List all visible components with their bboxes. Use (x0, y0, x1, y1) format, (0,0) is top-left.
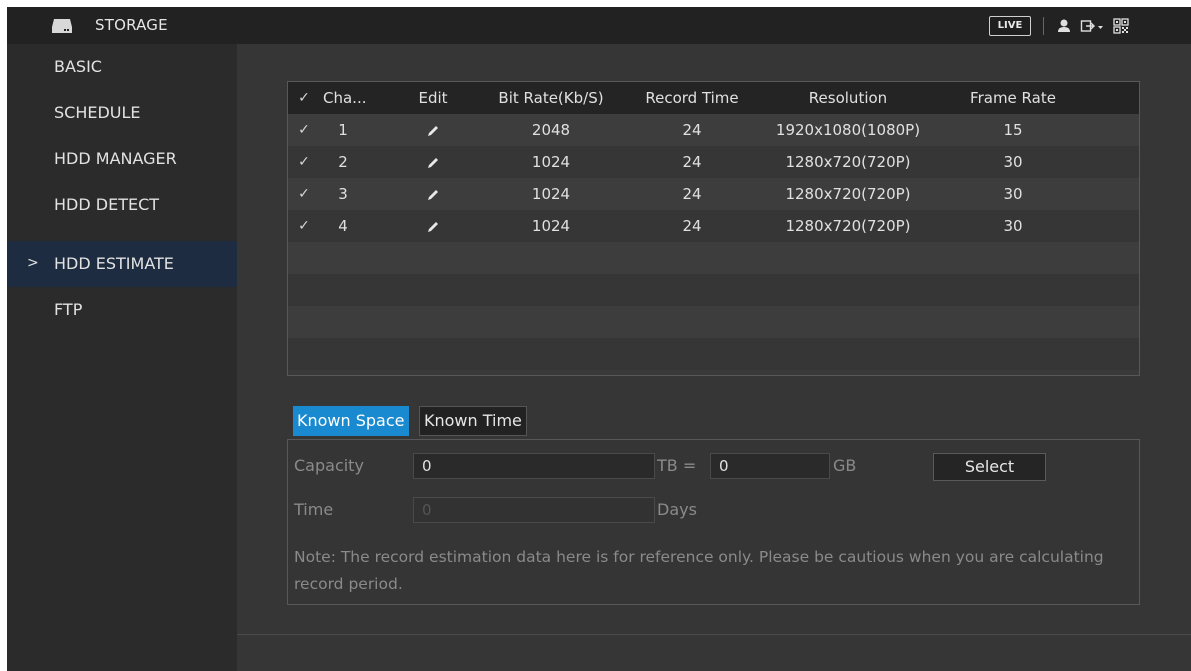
table-row[interactable]: ✓ 3 1024 24 1280x720(720P) 30 (288, 178, 1139, 210)
edit-button[interactable] (413, 146, 453, 178)
frame-rate-cell: 30 (1003, 217, 1023, 235)
time-input: 0 (413, 497, 655, 523)
select-button[interactable]: Select (933, 453, 1046, 481)
storage-icon (52, 19, 72, 33)
tab-known-time[interactable]: Known Time (419, 406, 527, 436)
capacity-label: Capacity (294, 456, 364, 475)
channel-cell: 3 (338, 185, 348, 203)
chevron-right-icon: > (27, 255, 39, 271)
bit-rate-cell: 1024 (531, 185, 571, 203)
channel-cell: 1 (338, 121, 348, 139)
sidebar-item-label: HDD MANAGER (54, 149, 177, 168)
channel-cell: 4 (338, 217, 348, 235)
sidebar-item-basic[interactable]: BASIC (7, 44, 237, 90)
record-time-cell: 24 (682, 185, 702, 203)
days-label: Days (657, 500, 697, 519)
header-divider (1043, 17, 1044, 35)
time-label: Time (294, 500, 334, 519)
sidebar-item-label: FTP (54, 300, 83, 319)
select-all-checkbox[interactable]: ✓ (293, 82, 315, 114)
table-row-empty (288, 306, 1139, 338)
sidebar: BASIC SCHEDULE HDD MANAGER HDD DETECT > … (7, 44, 237, 671)
row-checkbox[interactable]: ✓ (293, 178, 315, 210)
table-row-empty (288, 274, 1139, 306)
user-icon[interactable] (1057, 17, 1071, 35)
bottom-divider (237, 634, 1191, 635)
estimate-panel: Capacity 0 TB = 0 GB Select Time 0 Days … (287, 439, 1140, 605)
sidebar-item-label: HDD DETECT (54, 195, 160, 214)
sidebar-item-label: HDD ESTIMATE (54, 254, 174, 273)
tab-known-space[interactable]: Known Space (293, 406, 409, 436)
pencil-icon (428, 189, 438, 200)
sidebar-item-label: SCHEDULE (54, 103, 141, 122)
sidebar-item-ftp[interactable]: FTP (7, 287, 237, 333)
sidebar-item-label: BASIC (54, 57, 102, 76)
sidebar-item-hdd-manager[interactable]: HDD MANAGER (7, 136, 237, 182)
resolution-cell: 1920x1080(1080P) (775, 121, 921, 139)
sidebar-item-schedule[interactable]: SCHEDULE (7, 90, 237, 136)
table-row[interactable]: ✓ 1 2048 24 1920x1080(1080P) 15 (288, 114, 1139, 146)
resolution-cell: 1280x720(720P) (785, 217, 911, 235)
row-checkbox[interactable]: ✓ (293, 146, 315, 178)
resolution-cell: 1280x720(720P) (785, 153, 911, 171)
app-window: STORAGE LIVE BASIC SCHEDULE HDD MANAGER … (7, 7, 1191, 671)
capacity-tb-input[interactable]: 0 (413, 453, 655, 479)
pencil-icon (428, 125, 438, 136)
column-header-resolution: Resolution (808, 89, 888, 107)
edit-button[interactable] (413, 114, 453, 146)
column-header-edit: Edit (418, 89, 448, 107)
column-header-frame-rate: Frame Rate (970, 89, 1056, 107)
table-header: ✓ Cha... Edit Bit Rate(Kb/S) Record Time… (288, 82, 1139, 114)
table-row-empty (288, 338, 1139, 370)
row-checkbox[interactable]: ✓ (293, 210, 315, 242)
table-row[interactable]: ✓ 4 1024 24 1280x720(720P) 30 (288, 210, 1139, 242)
column-header-channel: Cha... (323, 89, 367, 107)
resolution-cell: 1280x720(720P) (785, 185, 911, 203)
logout-icon[interactable] (1080, 17, 1104, 35)
table-row[interactable]: ✓ 2 1024 24 1280x720(720P) 30 (288, 146, 1139, 178)
record-time-cell: 24 (682, 153, 702, 171)
channel-table: ✓ Cha... Edit Bit Rate(Kb/S) Record Time… (287, 81, 1140, 376)
pencil-icon (428, 157, 438, 168)
record-time-cell: 24 (682, 121, 702, 139)
edit-button[interactable] (413, 210, 453, 242)
sidebar-item-hdd-detect[interactable]: HDD DETECT (7, 182, 237, 228)
tb-equals-label: TB = (657, 456, 697, 475)
edit-button[interactable] (413, 178, 453, 210)
pencil-icon (428, 221, 438, 232)
live-button[interactable]: LIVE (989, 16, 1031, 36)
table-row-empty (288, 242, 1139, 274)
main-content: ✓ Cha... Edit Bit Rate(Kb/S) Record Time… (237, 44, 1191, 671)
column-header-bit-rate: Bit Rate(Kb/S) (498, 89, 604, 107)
gb-label: GB (833, 456, 857, 475)
bit-rate-cell: 1024 (531, 217, 571, 235)
bit-rate-cell: 2048 (531, 121, 571, 139)
frame-rate-cell: 30 (1003, 153, 1023, 171)
page-title: STORAGE (95, 16, 168, 34)
sidebar-item-hdd-estimate[interactable]: > HDD ESTIMATE (7, 241, 237, 287)
row-checkbox[interactable]: ✓ (293, 114, 315, 146)
frame-rate-cell: 15 (1003, 121, 1023, 139)
header-bar: STORAGE LIVE (7, 7, 1191, 44)
capacity-gb-input[interactable]: 0 (710, 453, 830, 479)
frame-rate-cell: 30 (1003, 185, 1023, 203)
bit-rate-cell: 1024 (531, 153, 571, 171)
record-time-cell: 24 (682, 217, 702, 235)
column-header-record-time: Record Time (645, 89, 739, 107)
channel-cell: 2 (338, 153, 348, 171)
qr-code-icon[interactable] (1113, 17, 1129, 35)
estimate-note: Note: The record estimation data here is… (294, 548, 1104, 593)
